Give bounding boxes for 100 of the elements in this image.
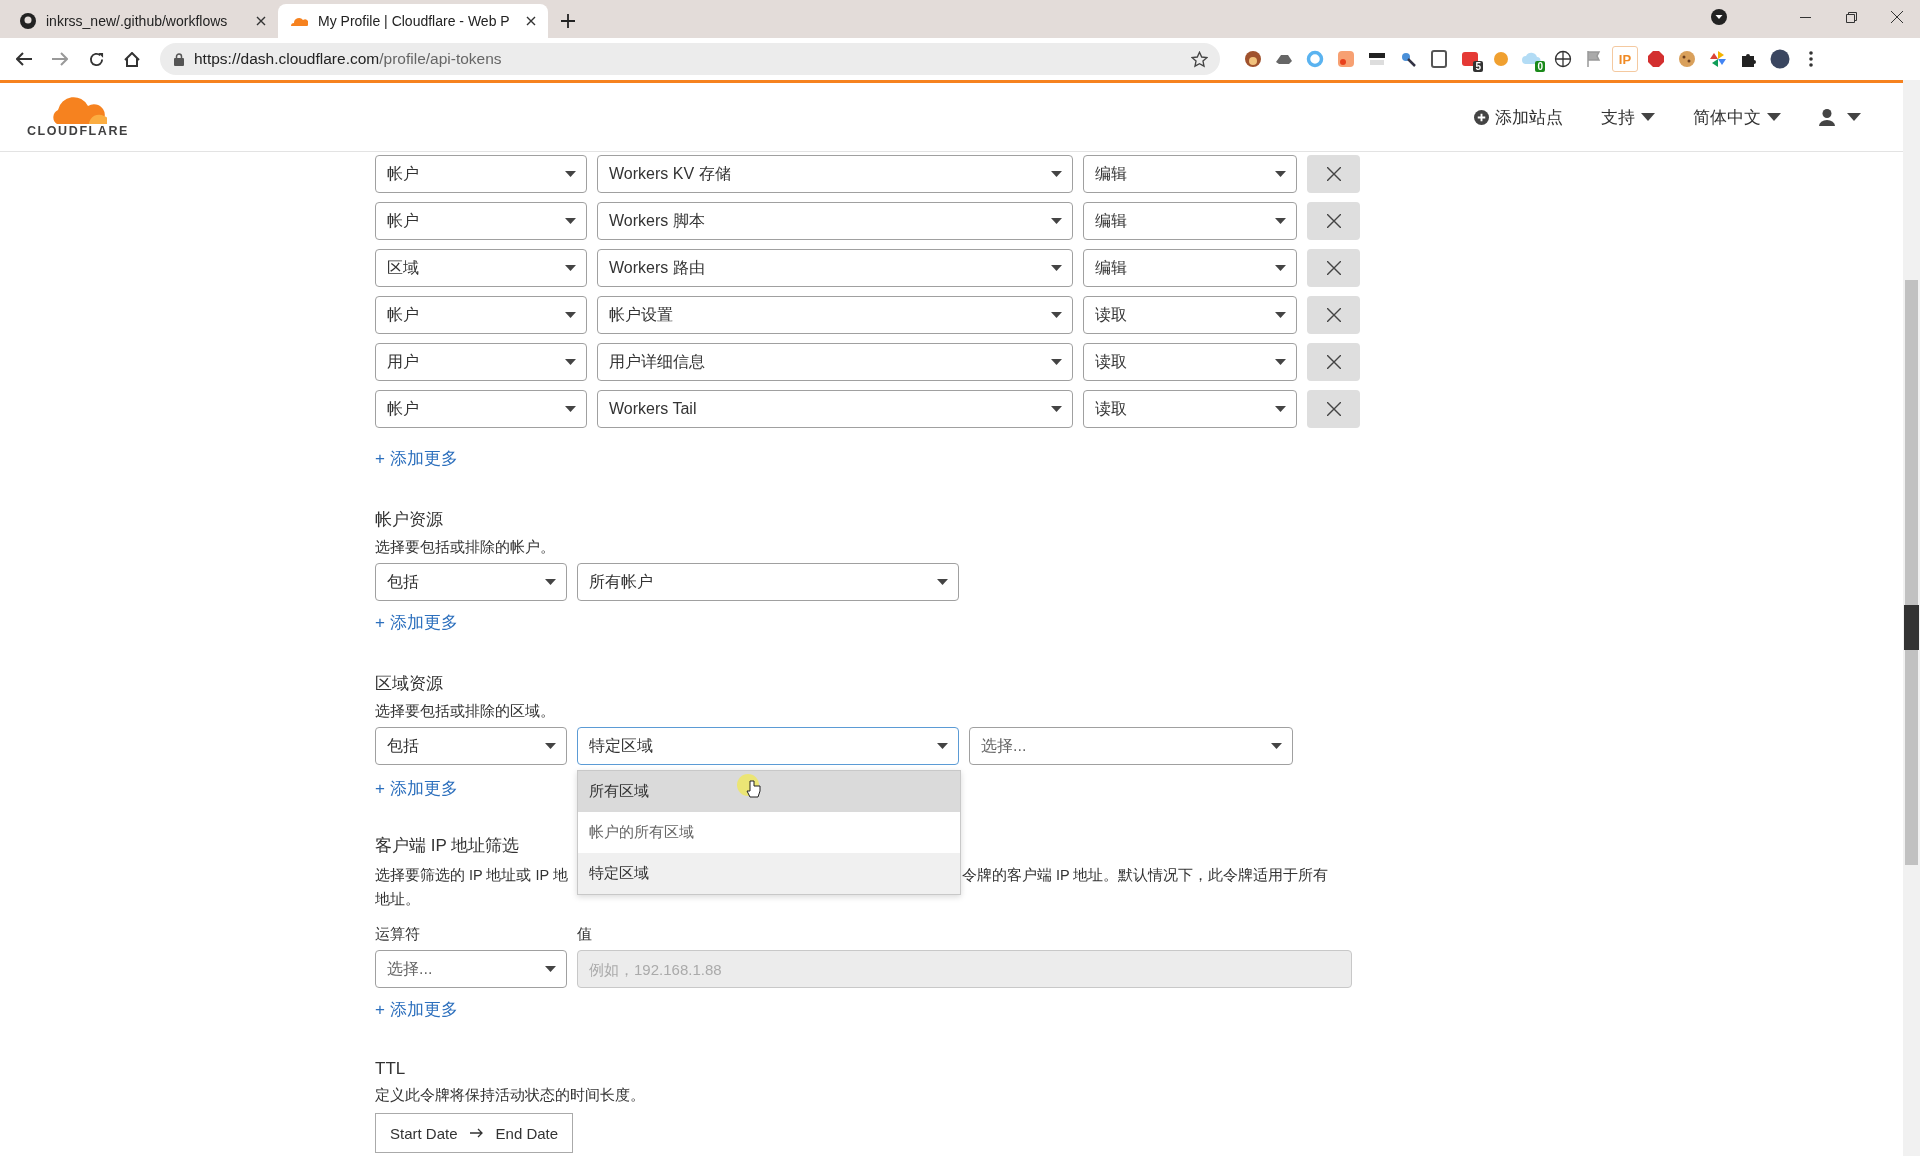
dropdown[interactable]: 帐户设置 <box>597 296 1073 334</box>
scroll-thumb[interactable] <box>1905 280 1918 865</box>
caret-icon <box>565 406 576 412</box>
address-bar[interactable]: https://dash.cloudflare.com/profile/api-tokens <box>160 43 1220 75</box>
caret-icon <box>1051 265 1062 271</box>
add-more-link[interactable]: + 添加更多 <box>375 998 458 1021</box>
caret-icon <box>565 359 576 365</box>
globe-icon <box>1553 49 1573 69</box>
close-icon <box>1326 308 1341 322</box>
remove-button[interactable] <box>1307 202 1360 240</box>
caret-icon <box>565 218 576 224</box>
dropdown[interactable]: 读取 <box>1083 343 1297 381</box>
dropdown[interactable]: 帐户 <box>375 202 587 240</box>
profile-avatar <box>1770 49 1790 69</box>
caret-icon <box>1275 406 1286 412</box>
caret-circle-icon <box>1711 9 1727 25</box>
caret-icon <box>1275 265 1286 271</box>
home-icon <box>124 51 140 67</box>
section-description: 选择要包括或排除的帐户。 <box>375 538 555 557</box>
scrollbar[interactable] <box>1903 80 1920 1156</box>
dropdown[interactable]: Workers 路由 <box>597 249 1073 287</box>
close-icon[interactable] <box>256 16 266 26</box>
caret-icon <box>1271 743 1282 749</box>
caret-icon <box>545 966 556 972</box>
menu-option[interactable]: 特定区域 <box>578 853 960 894</box>
dropdown[interactable]: 所有帐户 <box>577 563 959 601</box>
caret-icon <box>1051 218 1062 224</box>
dropdown[interactable]: 读取 <box>1083 390 1297 428</box>
section-title: 区域资源 <box>375 673 443 695</box>
star-icon[interactable] <box>1191 50 1208 68</box>
dropdown[interactable]: 编辑 <box>1083 202 1297 240</box>
remove-button[interactable] <box>1307 155 1360 193</box>
nav-menu[interactable]: 支持 <box>1601 105 1655 129</box>
browser-tab[interactable]: My Profile | Cloudflare - Web P <box>278 4 548 38</box>
pinwheel-icon <box>1708 49 1728 69</box>
remove-button[interactable] <box>1307 249 1360 287</box>
dropdown[interactable]: 用户 <box>375 343 587 381</box>
nav-menu[interactable]: 简体中文 <box>1693 105 1781 129</box>
cloud-icon <box>290 16 308 26</box>
badge: 5 <box>1473 61 1483 72</box>
lock-icon <box>174 52 184 66</box>
plus-circle-icon <box>1474 109 1489 125</box>
field-label: 值 <box>577 925 592 944</box>
dropdown[interactable]: 帐户 <box>375 390 587 428</box>
dropdown[interactable]: 选择... <box>969 727 1293 765</box>
caret-icon <box>565 265 576 271</box>
dropdown[interactable]: 特定区域 <box>577 727 959 765</box>
caret-icon <box>565 171 576 177</box>
cloudflare-logo[interactable]: CLOUDFLARE <box>18 96 138 138</box>
dropdown[interactable]: 区域 <box>375 249 587 287</box>
dropdown[interactable]: 选择... <box>375 950 567 988</box>
restore-icon <box>1845 11 1857 23</box>
user-icon <box>1819 108 1835 126</box>
dropdown[interactable]: 读取 <box>1083 296 1297 334</box>
dropdown[interactable]: 用户详细信息 <box>597 343 1073 381</box>
date-range-field[interactable]: Start Date End Date <box>375 1113 574 1153</box>
ring-icon <box>1305 49 1325 69</box>
add-site-link[interactable]: 添加站点 <box>1474 105 1563 129</box>
arrow-icon <box>469 1128 484 1138</box>
section-title: 帐户资源 <box>375 509 443 531</box>
dropdown[interactable]: 帐户 <box>375 155 587 193</box>
close-icon[interactable] <box>526 16 536 26</box>
remove-button[interactable] <box>1307 390 1360 428</box>
plus-icon <box>561 14 575 28</box>
caret-icon <box>1051 359 1062 365</box>
remove-button[interactable] <box>1307 343 1360 381</box>
dropdown[interactable]: Workers Tail <box>597 390 1073 428</box>
add-more-link[interactable]: + 添加更多 <box>375 777 458 800</box>
section-description: 地址。 <box>375 890 420 909</box>
browser-tab[interactable]: inkrss_new/.github/workflows <box>8 4 278 38</box>
remove-button[interactable] <box>1307 296 1360 334</box>
reload-icon <box>88 51 104 67</box>
dropdown[interactable]: 包括 <box>375 563 567 601</box>
close-icon <box>1326 402 1341 416</box>
dropdown[interactable]: Workers KV 存储 <box>597 155 1073 193</box>
dropdown[interactable]: 包括 <box>375 727 567 765</box>
dropdown[interactable]: 帐户 <box>375 296 587 334</box>
extension-button[interactable]: 0 <box>1519 46 1545 72</box>
user-menu[interactable] <box>1819 108 1861 126</box>
caret-icon <box>545 579 556 585</box>
add-more-link[interactable]: + 添加更多 <box>375 611 458 634</box>
dropdown[interactable]: 编辑 <box>1083 249 1297 287</box>
add-more-link[interactable]: + 添加更多 <box>375 447 458 470</box>
forward-icon <box>52 52 68 66</box>
menu-option[interactable]: 帐户的所有区域 <box>578 812 960 853</box>
back-icon <box>16 52 32 66</box>
caret-icon <box>1275 312 1286 318</box>
section-title: 客户端 IP 地址筛选 <box>375 835 520 857</box>
stop-sign-icon <box>1646 49 1666 69</box>
section-description: 令牌的客户端 IP 地址。默认情况下，此令牌适用于所有 <box>962 866 1329 885</box>
field-label: 运算符 <box>375 925 421 944</box>
section-description: 定义此令牌将保持活动状态的时间长度。 <box>375 1086 645 1105</box>
caret-icon <box>1641 113 1655 121</box>
extension-button[interactable]: 5 <box>1457 46 1483 72</box>
dropdown[interactable]: Workers 脚本 <box>597 202 1073 240</box>
dropdown[interactable]: 编辑 <box>1083 155 1297 193</box>
caret-icon <box>1275 359 1286 365</box>
minimize-icon <box>1799 16 1811 18</box>
menu-option[interactable]: 所有区域 <box>578 771 960 812</box>
section-description: 选择要包括或排除的区域。 <box>375 702 555 721</box>
